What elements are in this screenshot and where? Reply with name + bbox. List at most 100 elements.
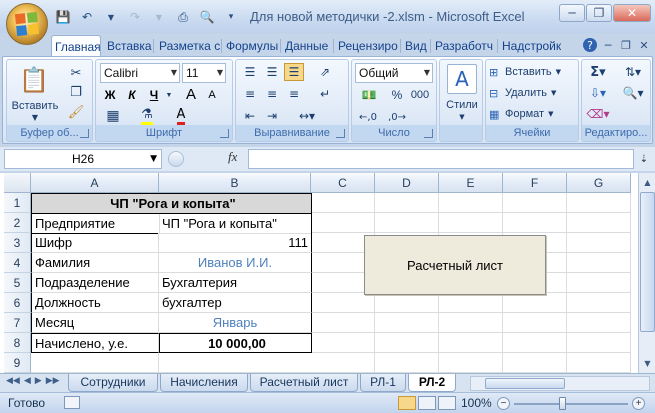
print-icon[interactable]: ⎙ (174, 9, 192, 25)
table-title-cell[interactable]: ЧП "Рога и копыта" (31, 193, 312, 214)
payslip-button[interactable]: Расчетный лист (364, 235, 546, 295)
cell-b3[interactable]: 111 (159, 233, 312, 253)
zoom-out-icon[interactable]: − (497, 397, 510, 410)
cell-a7[interactable]: Месяц (31, 313, 159, 333)
underline-button[interactable]: Ч (144, 86, 164, 104)
cell-b2[interactable]: ЧП "Рога и копыта" (159, 213, 312, 234)
zoom-slider-thumb[interactable] (559, 397, 566, 410)
clipboard-launcher-icon[interactable] (80, 129, 89, 138)
row-header-4[interactable]: 4 (4, 253, 31, 273)
horizontal-scroll-thumb[interactable] (485, 378, 565, 389)
last-sheet-icon[interactable]: ▶▶ (46, 376, 60, 386)
column-header-e[interactable]: E (439, 173, 503, 193)
currency-icon[interactable]: 💵 (355, 86, 383, 104)
horizontal-scrollbar[interactable] (470, 376, 650, 391)
ribbon-restore-icon[interactable]: ❐ (619, 38, 633, 52)
zoom-level[interactable]: 100% (461, 396, 492, 410)
fill-color-icon[interactable]: ⚗ (134, 107, 160, 125)
number-launcher-icon[interactable] (424, 129, 433, 138)
shrink-font-button[interactable]: A (204, 87, 220, 103)
row-header-7[interactable]: 7 (4, 313, 31, 333)
align-left-icon[interactable]: ≡ (240, 85, 260, 103)
styles-icon[interactable]: A (447, 64, 477, 94)
cell-a8[interactable]: Начислено, у.е. (31, 333, 159, 353)
page-layout-view-icon[interactable] (418, 396, 436, 410)
align-bottom-icon[interactable]: ☰ (284, 63, 304, 81)
ribbon-minimize-icon[interactable]: ─ (601, 38, 615, 52)
cell-b8[interactable]: 10 000,00 (159, 333, 312, 353)
tab-home[interactable]: Главная (51, 35, 101, 58)
font-color-icon[interactable]: A (168, 107, 194, 125)
scroll-down-icon[interactable]: ▼ (639, 355, 655, 372)
clear-icon[interactable]: ⌫▾ (586, 105, 610, 123)
borders-icon[interactable]: ▦ (100, 107, 126, 125)
increase-decimal-icon[interactable]: ←,0 (355, 108, 381, 126)
column-header-f[interactable]: F (503, 173, 567, 193)
row-header-3[interactable]: 3 (4, 233, 31, 253)
close-button[interactable]: ✕ (613, 4, 651, 22)
increase-indent-icon[interactable]: ⇥ (262, 107, 282, 125)
page-break-view-icon[interactable] (438, 396, 456, 410)
alignment-launcher-icon[interactable] (336, 129, 345, 138)
merge-center-icon[interactable]: ↔▾ (292, 107, 322, 125)
tab-addins[interactable]: Надстройк (499, 35, 563, 57)
row-header-2[interactable]: 2 (4, 213, 31, 233)
percent-button[interactable]: % (388, 86, 406, 104)
select-all-corner[interactable] (4, 173, 31, 193)
column-header-g[interactable]: G (567, 173, 631, 193)
customize-qat-icon[interactable]: ▾ (222, 9, 240, 25)
sheet-tab-employees[interactable]: Сотрудники (68, 374, 158, 392)
row-header-5[interactable]: 5 (4, 273, 31, 293)
insert-cells-button[interactable]: ⊞ Вставить ▼ (489, 63, 575, 81)
normal-view-icon[interactable] (398, 396, 416, 410)
column-header-b[interactable]: B (159, 173, 311, 193)
cell-b4[interactable]: Иванов И.И. (159, 253, 312, 273)
ribbon-close-icon[interactable]: ✕ (637, 38, 651, 52)
paste-icon[interactable]: 📋 (19, 63, 49, 97)
zoom-slider[interactable] (514, 403, 628, 405)
sheet-tab-rl1[interactable]: РЛ-1 (360, 374, 406, 392)
row-header-8[interactable]: 8 (4, 333, 31, 353)
sheet-tab-rl2[interactable]: РЛ-2 (408, 374, 456, 392)
undo-icon[interactable]: ↶ (78, 9, 96, 25)
macro-record-icon[interactable] (64, 396, 80, 409)
tab-review[interactable]: Рецензиро (335, 35, 399, 57)
font-size-select[interactable]: 11 ▼ (182, 63, 226, 83)
formula-input[interactable] (248, 149, 634, 169)
number-format-select[interactable]: Общий ▼ (355, 63, 433, 83)
align-top-icon[interactable]: ☰ (240, 63, 260, 81)
undo-dropdown-icon[interactable]: ▼ (102, 9, 120, 25)
cell-a3[interactable]: Шифр (31, 233, 159, 253)
align-right-icon[interactable]: ≡ (284, 85, 304, 103)
tab-formulas[interactable]: Формулы (223, 35, 279, 57)
save-icon[interactable]: 💾 (54, 9, 72, 25)
find-select-icon[interactable]: 🔍▾ (618, 84, 648, 102)
minimize-button[interactable]: ─ (559, 4, 585, 22)
next-sheet-icon[interactable]: ▶ (35, 376, 42, 386)
sort-filter-icon[interactable]: ⇅▾ (618, 63, 648, 81)
redo-dropdown-icon[interactable]: ▼ (150, 9, 168, 25)
office-button[interactable] (6, 3, 48, 45)
sheet-tab-payslip[interactable]: Расчетный лист (250, 374, 358, 392)
restore-button[interactable]: ❐ (586, 4, 612, 22)
fill-icon[interactable]: ⇩▾ (586, 84, 610, 102)
delete-cells-button[interactable]: ⊟ Удалить ▼ (489, 84, 575, 102)
underline-dropdown-icon[interactable]: ▼ (164, 86, 174, 104)
scroll-up-icon[interactable]: ▲ (639, 174, 655, 191)
italic-button[interactable]: К (122, 86, 142, 104)
cell-a2[interactable]: Предприятие (31, 213, 160, 234)
redo-icon[interactable]: ↷ (126, 9, 144, 25)
row-header-9[interactable]: 9 (4, 353, 31, 373)
print-preview-icon[interactable]: 🔍 (198, 9, 216, 25)
orientation-icon[interactable]: ⇗ (314, 63, 336, 81)
grow-font-button[interactable]: A (182, 84, 200, 104)
row-header-6[interactable]: 6 (4, 293, 31, 313)
bold-button[interactable]: Ж (100, 86, 120, 104)
copy-icon[interactable]: ❐ (67, 83, 85, 101)
cell-b7[interactable]: Январь (159, 313, 312, 333)
row-9-cells[interactable] (31, 353, 311, 373)
cell-a5[interactable]: Подразделение (31, 273, 159, 293)
vertical-scroll-thumb[interactable] (640, 192, 655, 332)
column-header-d[interactable]: D (375, 173, 439, 193)
styles-dropdown-icon[interactable]: ▼ (442, 112, 482, 122)
